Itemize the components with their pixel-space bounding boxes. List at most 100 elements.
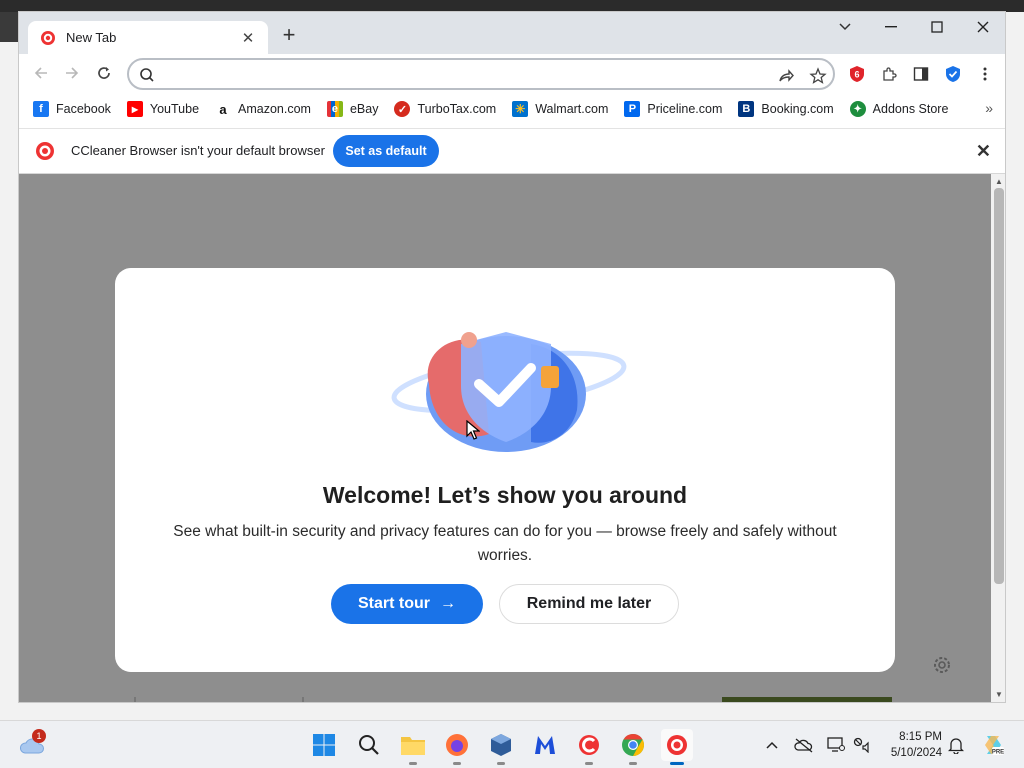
bookmark-label: Facebook	[56, 102, 111, 116]
addons-store-icon: ✦	[849, 101, 866, 117]
onedrive-offline-icon[interactable]	[794, 735, 814, 755]
extensions-puzzle-icon[interactable]	[879, 64, 899, 84]
tab-title: New Tab	[66, 30, 117, 45]
booking-icon: B	[738, 101, 755, 117]
taskbar-virtualbox[interactable]	[485, 729, 517, 765]
arrow-right-icon: →	[440, 595, 456, 612]
remind-me-later-button[interactable]: Remind me later	[499, 584, 679, 624]
start-button[interactable]	[308, 729, 340, 761]
taskbar-ccleaner-browser[interactable]	[661, 729, 693, 765]
taskbar-clock[interactable]: 8:15 PM 5/10/2024	[876, 729, 942, 761]
minimize-button[interactable]	[868, 12, 914, 40]
search-icon	[359, 735, 379, 755]
taskbar-file-explorer[interactable]	[397, 729, 429, 765]
title-bar: New Tab ✕ +	[19, 12, 1005, 54]
svg-text:PRE: PRE	[992, 750, 1004, 756]
tab-new-tab[interactable]: New Tab ✕	[28, 21, 268, 54]
welcome-dialog: Welcome! Let’s show you around See what …	[115, 268, 895, 672]
address-input[interactable]	[163, 64, 763, 84]
running-indicator	[409, 762, 417, 765]
bookmark-label: Priceline.com	[647, 102, 723, 116]
bookmark-facebook[interactable]: f Facebook	[33, 101, 111, 117]
ccleaner-logo-icon	[36, 142, 54, 160]
windows-start-icon	[313, 734, 335, 756]
infobar-message: CCleaner Browser isn't your default brow…	[71, 143, 325, 158]
running-indicator	[585, 762, 593, 765]
forward-arrow-icon	[66, 67, 79, 79]
tab-search-chevron-icon[interactable]	[822, 12, 868, 40]
settings-gear-icon[interactable]	[931, 654, 953, 676]
taskbar-chrome[interactable]	[617, 729, 649, 765]
side-panel-icon[interactable]	[911, 64, 931, 84]
firefox-icon	[446, 734, 468, 756]
start-tour-label: Start tour	[358, 595, 430, 612]
ebay-icon: e	[326, 101, 343, 117]
reload-button[interactable]	[94, 63, 114, 83]
clock-time: 8:15 PM	[899, 731, 942, 743]
mouse-cursor-icon	[466, 420, 480, 440]
bookmark-label: Addons Store	[872, 102, 949, 116]
bookmarks-bar: f Facebook ▶ YouTube a Amazon.com e eBay ✓ Tu…	[19, 92, 1005, 126]
close-window-button[interactable]	[960, 12, 1005, 40]
bookmark-ebay[interactable]: e eBay	[326, 101, 379, 117]
turbotax-icon: ✓	[394, 101, 411, 117]
running-indicator	[497, 762, 505, 765]
set-as-default-button[interactable]: Set as default	[333, 135, 439, 167]
welcome-title: Welcome! Let’s show you around	[322, 482, 688, 508]
new-tab-button[interactable]: +	[277, 24, 301, 48]
bookmark-youtube[interactable]: ▶ YouTube	[126, 101, 200, 117]
notification-bell-icon[interactable]	[946, 735, 966, 755]
tab-close-icon[interactable]: ✕	[240, 29, 256, 47]
reload-icon	[98, 67, 110, 79]
bookmark-label: YouTube	[149, 102, 200, 116]
youtube-icon: ▶	[126, 101, 143, 117]
taskbar-search-button[interactable]	[353, 729, 385, 761]
infobar-close-icon[interactable]: ✕	[976, 141, 991, 162]
bookmark-label: TurboTax.com	[417, 102, 497, 116]
copilot-icon[interactable]: PRE	[980, 732, 1006, 758]
running-indicator	[629, 762, 637, 765]
file-explorer-icon	[401, 737, 425, 755]
default-browser-infobar: CCleaner Browser isn't your default brow…	[19, 128, 1005, 174]
bookmark-turbotax[interactable]: ✓ TurboTax.com	[394, 101, 496, 117]
address-bar[interactable]	[127, 58, 835, 90]
desktop-left-window-sliver	[0, 12, 18, 42]
forward-button[interactable]	[62, 63, 82, 83]
bookmark-booking[interactable]: B Booking.com	[738, 101, 834, 117]
bookmark-amazon[interactable]: a Amazon.com	[215, 101, 311, 117]
menu-kebab-icon[interactable]	[975, 64, 995, 84]
bookmark-label: Walmart.com	[535, 102, 609, 116]
show-hidden-icons-chevron[interactable]	[762, 735, 782, 755]
taskbar-firefox[interactable]	[441, 729, 473, 765]
ccleaner-browser-icon	[667, 735, 687, 755]
maximize-button[interactable]	[914, 12, 960, 40]
bookmarks-overflow-chevron-icon[interactable]: »	[985, 100, 993, 116]
network-sound-icon[interactable]	[852, 735, 872, 755]
browser-window: New Tab ✕ + 6 f Facebook ▶ YouTube a Ama…	[18, 11, 1006, 703]
taskbar-ccleaner[interactable]	[573, 729, 605, 765]
bookmark-label: Booking.com	[761, 102, 834, 116]
scroll-down-arrow-icon[interactable]: ▼	[995, 690, 1003, 699]
display-icon[interactable]	[826, 735, 846, 755]
search-icon	[140, 68, 154, 82]
bookmark-star-icon[interactable]	[809, 67, 827, 85]
page-scrollbar[interactable]: ▲ ▼	[991, 174, 1005, 702]
back-button[interactable]	[31, 63, 51, 83]
scroll-up-arrow-icon[interactable]: ▲	[995, 177, 1003, 186]
bookmark-priceline[interactable]: P Priceline.com	[624, 101, 722, 117]
windows-taskbar: 1 8:15 PM 5/10/2024 PRE	[0, 720, 1024, 768]
virtualbox-icon	[491, 734, 511, 756]
back-arrow-icon	[34, 67, 47, 79]
taskbar-malwarebytes[interactable]	[529, 729, 561, 761]
running-indicator	[453, 762, 461, 765]
active-indicator	[670, 762, 684, 765]
share-icon[interactable]	[777, 67, 795, 85]
start-tour-button[interactable]: Start tour →	[331, 584, 483, 624]
bookmark-walmart[interactable]: ✳ Walmart.com	[512, 101, 608, 117]
bookmark-addons-store[interactable]: ✦ Addons Store	[849, 101, 949, 117]
shield-extension-icon[interactable]	[943, 64, 963, 84]
security-shield-illustration	[391, 332, 627, 452]
scroll-thumb[interactable]	[994, 188, 1004, 584]
bookmark-label: eBay	[349, 102, 379, 116]
adblock-extension-icon[interactable]: 6	[847, 64, 867, 84]
